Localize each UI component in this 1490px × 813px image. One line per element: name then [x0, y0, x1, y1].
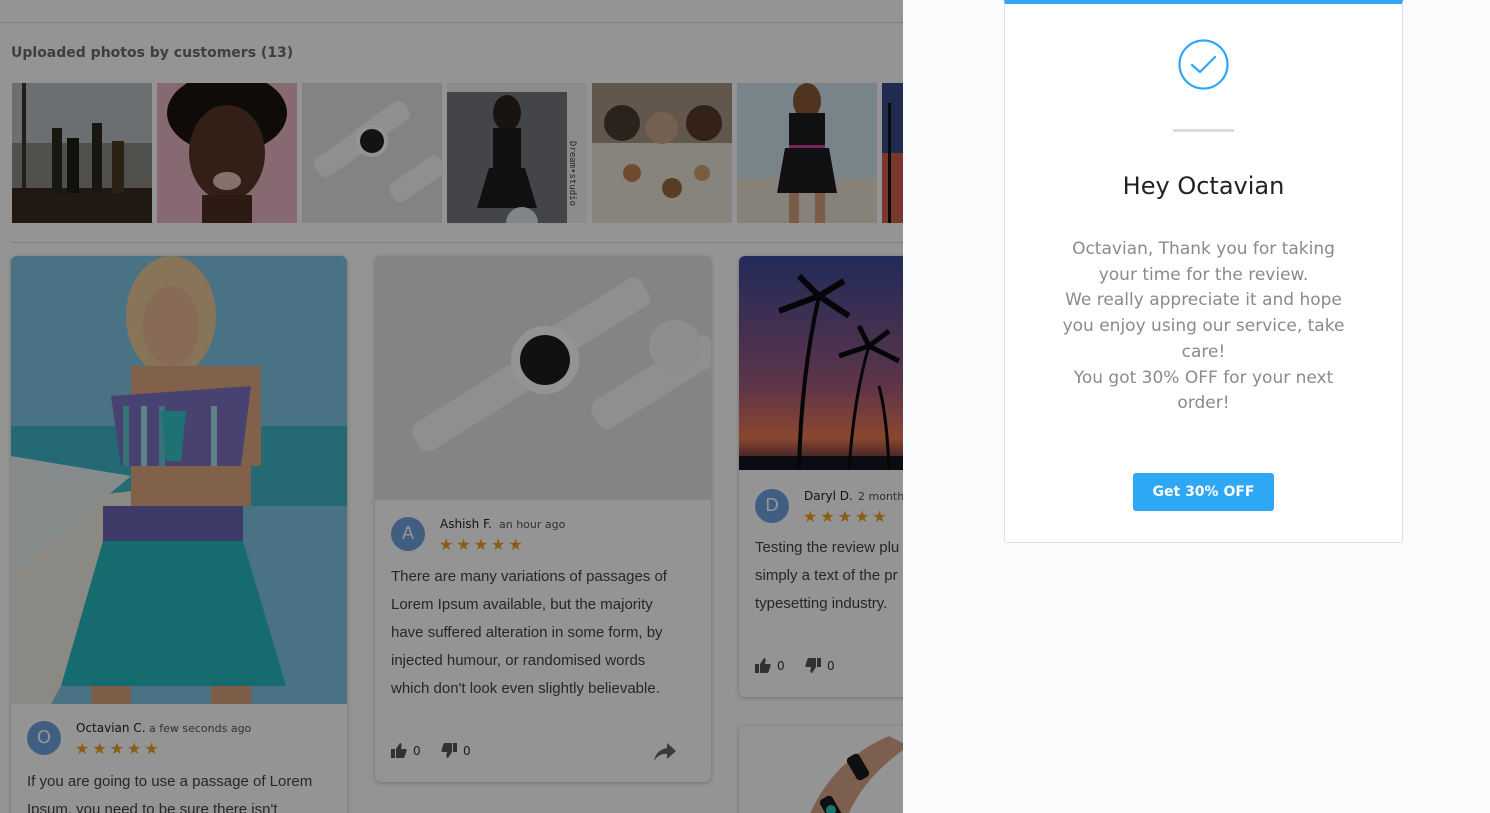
message-line: order! — [1177, 393, 1230, 414]
gallery-photo-dinner[interactable] — [592, 83, 732, 223]
review-photo-watch[interactable] — [375, 256, 711, 500]
review-text: Testing the review plu simply a text of … — [755, 534, 903, 618]
review-photo-arm[interactable] — [739, 726, 903, 813]
like-button[interactable]: 0 — [391, 743, 421, 758]
modal-message: Octavian, Thank you for taking your time… — [1045, 237, 1362, 417]
divider — [0, 22, 903, 23]
review-text-line: simply a text of the pr — [755, 567, 898, 584]
thumbs-down-icon — [805, 658, 821, 673]
reviews-page-background: Uploaded photos by customers (13) Dream•… — [0, 0, 903, 813]
review-text-line: which don't look even slightly believabl… — [391, 680, 660, 697]
star-rating: ★★★★★ — [75, 739, 162, 758]
watermark-text: Dream•studio — [567, 141, 577, 206]
review-text-line: Lorem Ipsum available, but the majority — [391, 596, 653, 613]
review-card: O Octavian C. a few seconds ago ★★★★★ If… — [11, 256, 347, 813]
review-time: 2 months — [858, 490, 903, 503]
review-photo-palms[interactable] — [739, 256, 903, 470]
review-card — [739, 726, 903, 813]
divider — [11, 242, 903, 243]
review-text-line: Testing the review plu — [755, 539, 900, 556]
dislike-count: 0 — [827, 658, 835, 673]
avatar: D — [755, 489, 789, 523]
review-card: D Daryl D. 2 months ★★★★★ Testing the re… — [739, 256, 903, 697]
message-line: We really appreciate it and hope — [1065, 290, 1342, 311]
review-text-line: There are many variations of passages of — [391, 568, 667, 585]
review-time: a few seconds ago — [149, 722, 252, 735]
message-line: Octavian, Thank you for taking — [1072, 239, 1335, 259]
review-text-line: If you are going to use a passage of Lor… — [27, 773, 313, 790]
review-text-line: typesetting industry. — [755, 595, 888, 612]
gallery-photo-beach[interactable] — [882, 83, 903, 223]
like-count: 0 — [413, 743, 421, 758]
like-count: 0 — [777, 658, 785, 673]
gallery-photo-portrait[interactable] — [157, 83, 297, 223]
avatar: O — [27, 721, 61, 755]
review-author: Ashish F. — [440, 517, 492, 531]
gallery-photo-dress-back[interactable]: Dream•studio — [447, 83, 587, 223]
share-icon[interactable] — [654, 743, 676, 761]
side-panel: Hey Octavian Octavian, Thank you for tak… — [903, 0, 1490, 813]
review-text-line: injected humour, or randomised words — [391, 652, 646, 669]
thumbs-up-icon — [391, 743, 407, 758]
review-text-line: Ipsum, you need to be sure there isn't — [27, 801, 278, 813]
gallery-photo-swimsuit[interactable] — [737, 83, 877, 223]
thumbs-down-icon — [441, 743, 457, 758]
review-time: an hour ago — [499, 518, 566, 531]
dislike-button[interactable]: 0 — [441, 743, 471, 758]
review-text: There are many variations of passages of… — [391, 563, 701, 703]
uploaded-photos-title: Uploaded photos by customers (13) — [11, 45, 294, 61]
star-rating: ★★★★★ — [803, 507, 890, 526]
review-author: Daryl D. — [804, 489, 853, 503]
thank-you-modal: Hey Octavian Octavian, Thank you for tak… — [1004, 0, 1403, 543]
get-discount-button[interactable]: Get 30% OFF — [1133, 473, 1274, 511]
gallery-photo-bottles[interactable] — [12, 83, 152, 223]
message-line: you enjoy using our service, take — [1062, 316, 1345, 337]
thumbs-up-icon — [755, 658, 771, 673]
gallery-photo-watch[interactable] — [302, 83, 442, 223]
avatar: A — [391, 517, 425, 551]
dislike-button[interactable]: 0 — [805, 658, 835, 673]
review-text: If you are going to use a passage of Lor… — [27, 768, 337, 813]
review-text-line: have suffered alteration in some form, b… — [391, 624, 663, 641]
review-card: A Ashish F. an hour ago ★★★★★ There are … — [375, 256, 711, 782]
star-rating: ★★★★★ — [439, 535, 526, 554]
message-line: your time for the review. — [1098, 264, 1309, 285]
divider — [1173, 129, 1234, 132]
review-author: Octavian C. — [76, 721, 146, 735]
message-line: You got 30% OFF for your next — [1073, 367, 1334, 388]
review-photo-bikini[interactable] — [11, 256, 347, 704]
message-line: care! — [1181, 341, 1226, 362]
like-button[interactable]: 0 — [755, 658, 785, 673]
modal-greeting: Hey Octavian — [1122, 172, 1285, 200]
dislike-count: 0 — [463, 743, 471, 758]
check-circle-icon — [1178, 39, 1229, 90]
